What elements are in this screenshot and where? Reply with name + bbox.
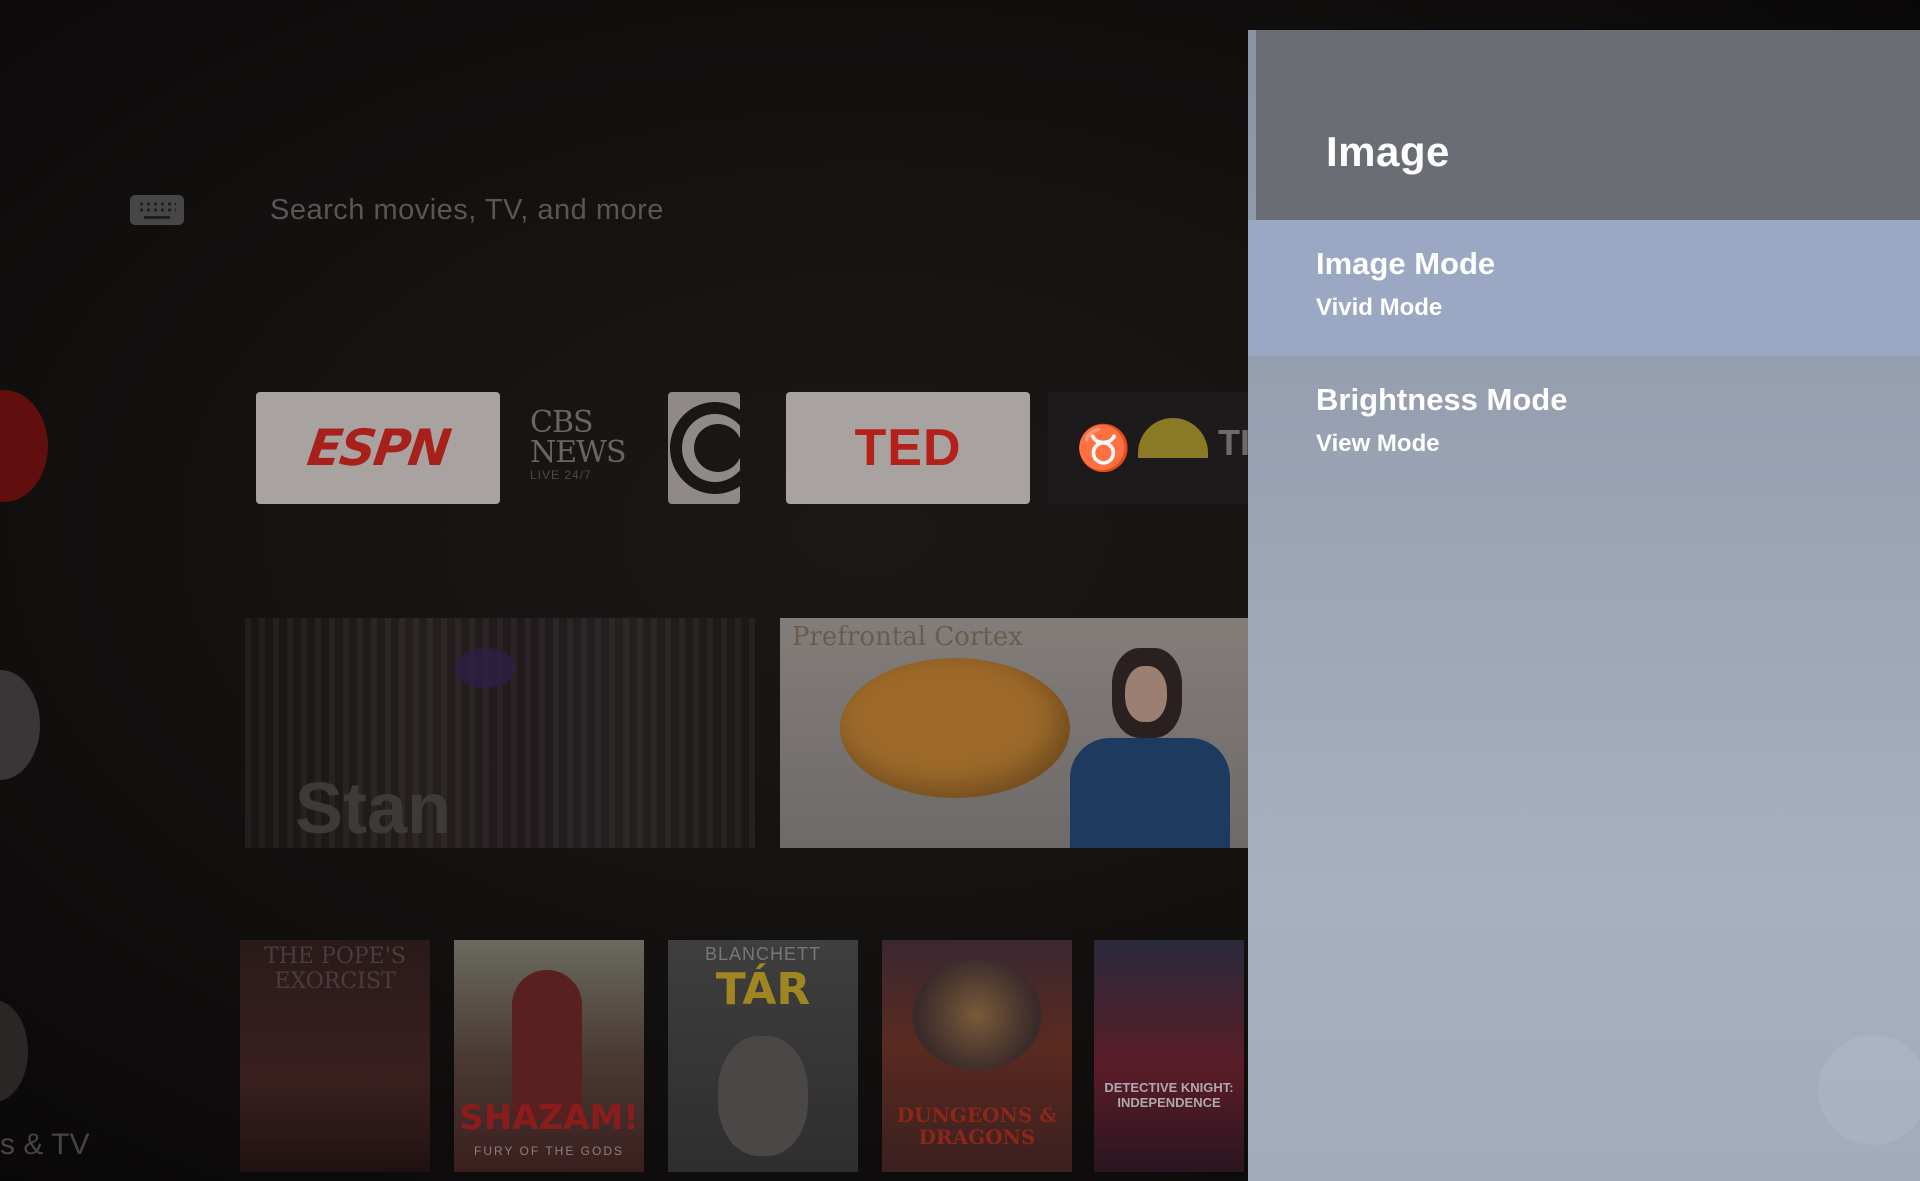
menu-item-label: Brightness Mode	[1316, 382, 1568, 417]
cbs-eye-pupil	[694, 424, 740, 472]
speaker-image	[1050, 648, 1240, 848]
search-placeholder[interactable]: Search movies, TV, and more	[270, 194, 664, 227]
movie-poster[interactable]: SHAZAM! FURY OF THE GODS	[454, 940, 644, 1172]
ted-logo: TED	[854, 419, 962, 477]
menu-item-brightness-mode[interactable]: Brightness Mode View Mode	[1248, 356, 1920, 492]
keyboard-icon[interactable]	[130, 195, 184, 225]
speaker-body	[1070, 738, 1230, 848]
menu-item-label: Image Mode	[1316, 246, 1496, 281]
cbs-logo-text: CBS	[530, 405, 594, 440]
poster-figure	[718, 1036, 808, 1156]
live-label: LIVE 24/7	[530, 468, 592, 482]
poster-title: DETECTIVE KNIGHT: INDEPENDENCE	[1104, 1080, 1234, 1110]
search-bar[interactable]: Search movies, TV, and more	[130, 188, 664, 232]
poster-subtitle: FURY OF THE GODS	[473, 1144, 625, 1158]
rail-app-icon[interactable]	[0, 670, 40, 780]
channel-tile-espn[interactable]: ESPN	[256, 392, 500, 504]
menu-item-image-mode[interactable]: Image Mode Vivid Mode	[1248, 220, 1920, 356]
featured-card-caption: Stan	[295, 769, 452, 848]
menu-item-value: View Mode	[1316, 430, 1440, 457]
poster-top-credit: BLANCHETT	[704, 944, 821, 964]
panel-title: Image	[1326, 128, 1450, 175]
featured-card-caption: Prefrontal Cortex	[792, 622, 1023, 652]
sun-icon	[1138, 418, 1208, 458]
channel-tile-red-bull-tv[interactable]: ♉ TI	[1048, 392, 1248, 504]
poster-figure	[912, 960, 1042, 1070]
channel-tile-ted[interactable]: TED	[786, 392, 1030, 504]
menu-item-value: Vivid Mode	[1316, 294, 1443, 321]
image-settings-panel: Image Image Mode Vivid Mode Brightness M…	[1248, 30, 1920, 1181]
panel-header: Image	[1256, 30, 1920, 220]
movie-poster[interactable]: DUNGEONS & DRAGONS	[882, 940, 1072, 1172]
poster-title: TÁR	[715, 964, 811, 1015]
speaker-face	[1125, 666, 1167, 722]
stage-light	[455, 648, 515, 688]
glare-spot	[1818, 1035, 1920, 1145]
espn-logo: ESPN	[303, 419, 453, 477]
poster-title: THE POPE'S EXORCIST	[264, 944, 406, 994]
rail-app-youtube-icon[interactable]	[0, 390, 48, 502]
rail-label: s & TV	[0, 1128, 90, 1161]
poster-title: DUNGEONS & DRAGONS	[896, 1103, 1058, 1149]
bull-icon: ♉	[1076, 424, 1131, 473]
red-bull-tv-logo: TI	[1218, 422, 1248, 463]
rail-app-icon[interactable]	[0, 1000, 28, 1102]
poster-title: SHAZAM!	[459, 1098, 639, 1138]
movie-poster[interactable]: DETECTIVE KNIGHT: INDEPENDENCE	[1094, 940, 1244, 1172]
channel-tile-cbs-news[interactable]: CBS NEWS LIVE 24/7	[530, 392, 770, 504]
movie-poster[interactable]: THE POPE'S EXORCIST	[240, 940, 430, 1172]
tv-home-screen: Search movies, TV, and more s & TV ESPN …	[0, 0, 1920, 1181]
cbs-news-logo: CBS NEWS LIVE 24/7	[530, 405, 660, 483]
featured-card-2[interactable]: Prefrontal Cortex	[780, 618, 1250, 848]
movie-poster[interactable]: BLANCHETT TÁR	[668, 940, 858, 1172]
brain-image	[840, 658, 1070, 798]
news-logo-text: NEWS	[530, 435, 627, 470]
featured-card-1[interactable]: Stan	[245, 618, 755, 848]
cbs-eye-tile[interactable]	[668, 392, 740, 504]
